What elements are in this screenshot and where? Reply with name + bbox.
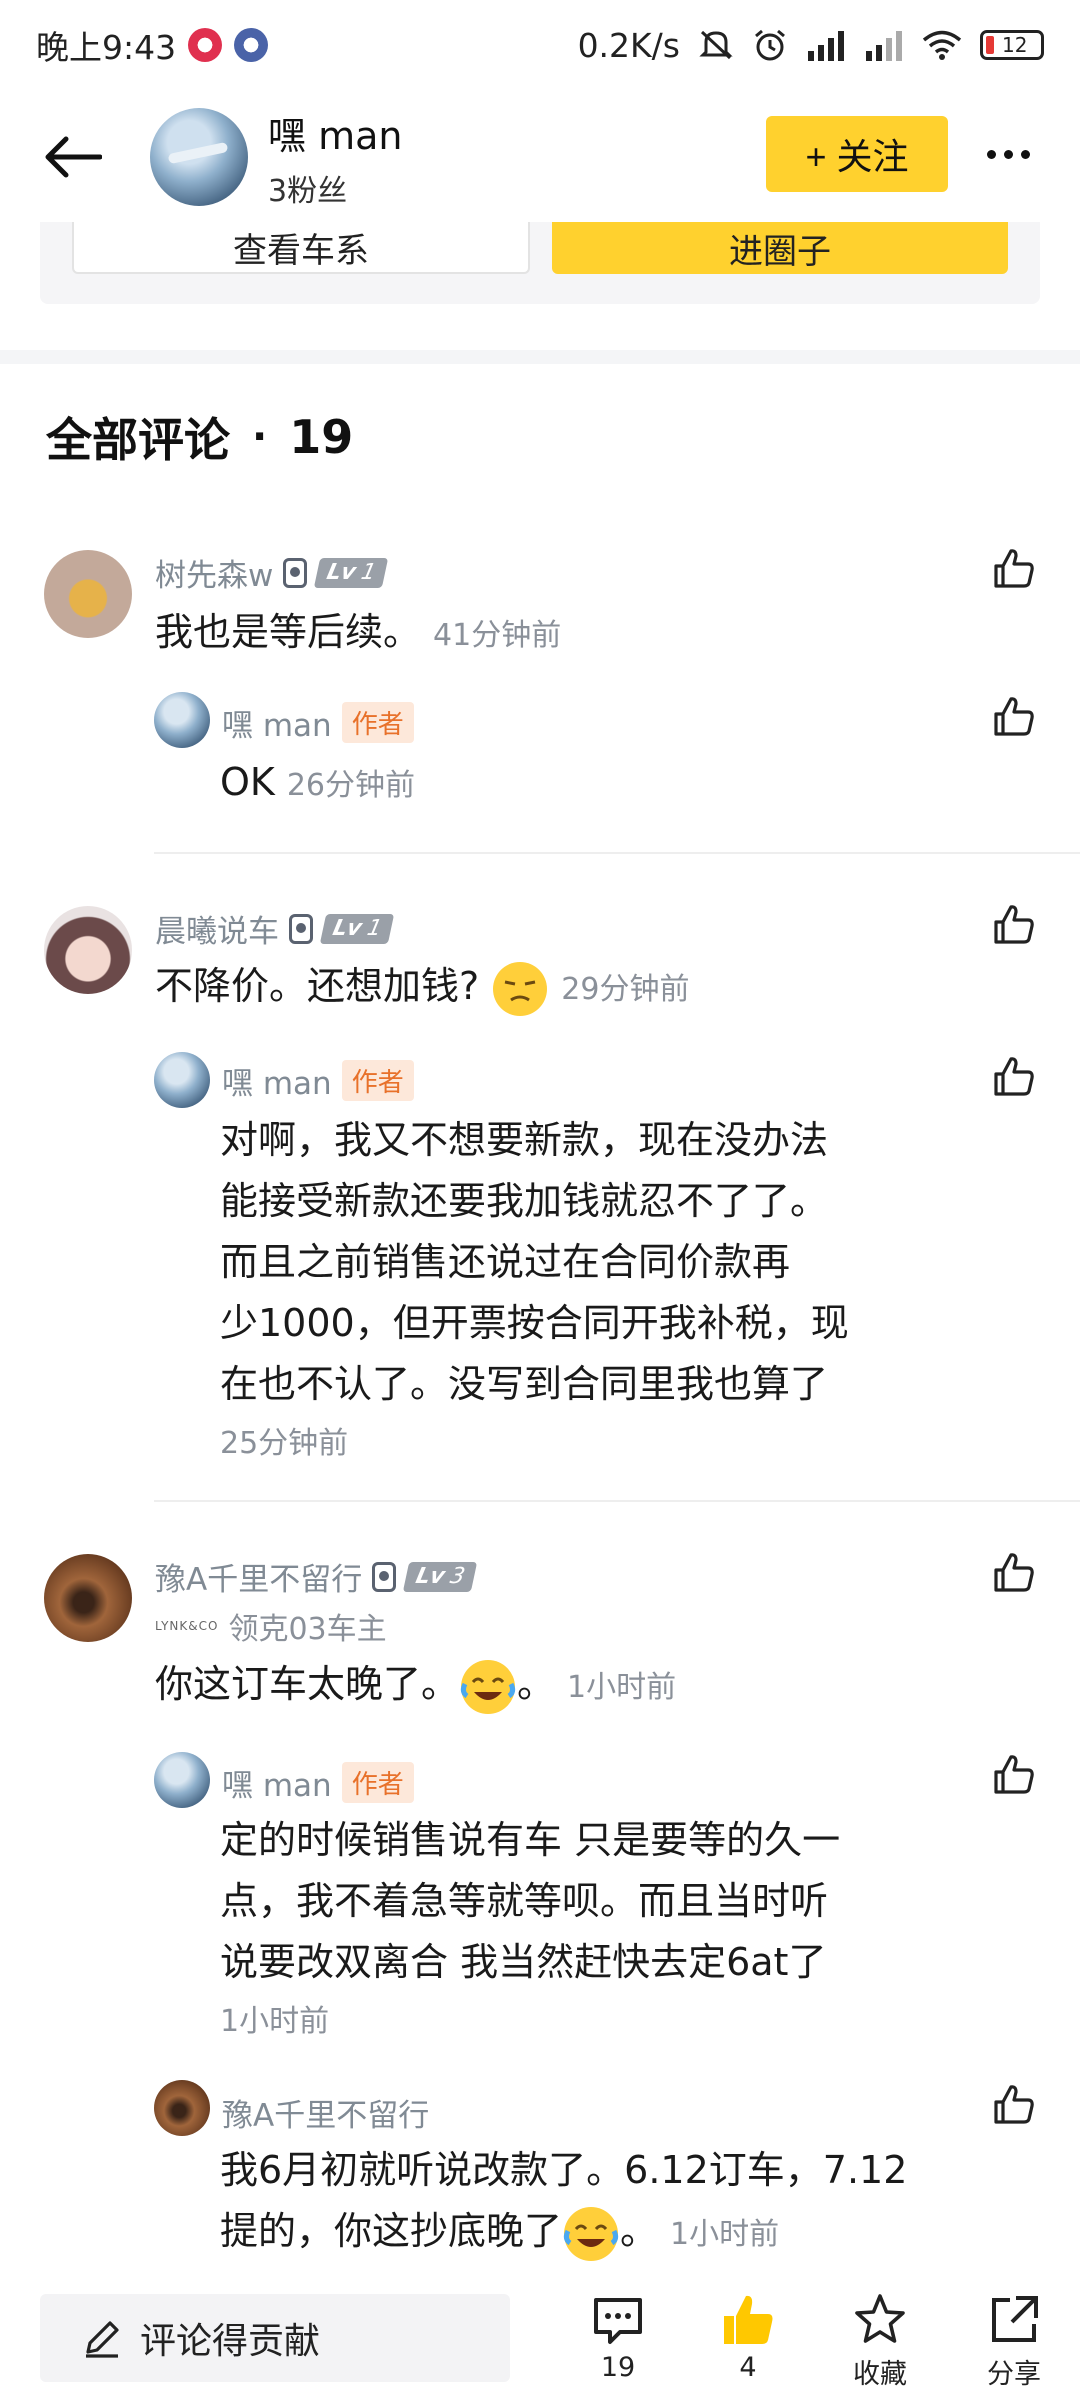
view-series-button[interactable]: 查看车系 <box>72 222 530 274</box>
comment-input-placeholder: 评论得贡献 <box>140 2321 321 2362</box>
comments-heading: 全部评论 · 19 <box>46 404 353 470</box>
smirk-emoji-icon <box>493 961 548 1016</box>
comments-count-label: 19 <box>600 2352 636 2383</box>
network-speed: 0.2K/s <box>577 25 680 65</box>
car-card: 查看车系 进圈子 <box>40 222 1040 304</box>
join-circle-button[interactable]: 进圈子 <box>552 222 1008 274</box>
brand-logo: LYNK&CO <box>155 1619 219 1633</box>
reply-time: 26分钟前 <box>286 768 416 803</box>
like-icon[interactable] <box>992 1550 1036 1594</box>
level-badge: Lv3 <box>403 1561 478 1592</box>
app-notification-icon <box>234 28 269 62</box>
avatar[interactable] <box>44 1554 132 1642</box>
reply-text: 定的时候销售说有车 只是要等的久一 点，我不着急等就等呗。而且当时听 说要改双离… <box>220 1818 841 1984</box>
author-tag: 作者 <box>341 1060 414 1101</box>
like-icon[interactable] <box>992 902 1036 946</box>
separator: · <box>252 414 268 460</box>
wifi-icon <box>922 30 962 60</box>
like-icon[interactable] <box>992 1054 1036 1098</box>
badge-icon <box>372 1561 397 1592</box>
badge-icon <box>289 913 313 944</box>
divider <box>154 852 1080 854</box>
follow-button[interactable]: + 关注 <box>766 116 948 192</box>
comment-text: 你这订车太晚了。。 1小时前 <box>155 1654 676 1718</box>
comments-count: 19 <box>289 410 354 464</box>
author-tag: 作者 <box>341 1762 414 1803</box>
more-icon[interactable] <box>972 124 1044 184</box>
battery-icon: 12 <box>980 30 1044 60</box>
comment-time: 41分钟前 <box>433 618 562 653</box>
app-notification-icon <box>188 28 223 62</box>
car-owner-badge: LYNK&CO 领克03车主 <box>155 1612 387 1647</box>
reply-text: 我6月初就听说改款了。6.12订车，7.12 提的，你这抄底晚了。 1小时前 <box>220 2140 907 2265</box>
laugh-cry-emoji-icon <box>460 1659 516 1714</box>
avatar[interactable] <box>44 550 132 638</box>
back-button[interactable] <box>30 112 120 202</box>
avatar[interactable] <box>44 906 132 994</box>
reply-text: OK 26分钟前 <box>220 760 416 804</box>
level-badge: Lv1 <box>314 557 389 588</box>
likes-count-label: 4 <box>739 2352 757 2383</box>
share-icon <box>992 2296 1038 2342</box>
status-time: 晚上9:43 <box>36 28 177 67</box>
pencil-icon <box>86 2321 119 2358</box>
divider <box>154 1500 1080 1502</box>
badge-icon <box>283 557 308 588</box>
avatar[interactable] <box>154 2080 210 2136</box>
fans-count: 3粉丝 <box>268 173 348 209</box>
collect-button[interactable]: 收藏 <box>830 2292 930 2391</box>
avatar[interactable] <box>154 1052 210 1108</box>
signal-icon <box>866 31 902 61</box>
bottom-action-bar: 评论得贡献 19 4 收藏 分享 <box>0 2280 1080 2400</box>
reply-time: 1小时前 <box>220 2004 330 2039</box>
avatar[interactable] <box>154 692 210 748</box>
mute-icon <box>699 30 733 60</box>
author-tag: 作者 <box>341 702 414 743</box>
like-icon[interactable] <box>992 546 1036 590</box>
thumbs-up-filled-icon <box>724 2295 773 2344</box>
profile-name[interactable]: 嘿 man <box>268 105 402 160</box>
level-badge: Lv1 <box>319 913 395 944</box>
reply-username[interactable]: 嘿 man 作者 <box>222 1760 414 1805</box>
comments-button[interactable]: 19 <box>568 2292 668 2383</box>
comment-icon <box>594 2298 642 2344</box>
laugh-cry-emoji-icon <box>563 2206 619 2261</box>
signal-icon <box>808 31 844 61</box>
comment-username[interactable]: 豫A千里不留行 Lv3 <box>155 1554 478 1599</box>
comment-time: 29分钟前 <box>561 972 690 1007</box>
share-label: 分享 <box>987 2359 1041 2390</box>
reply-time: 1小时前 <box>670 2217 780 2252</box>
like-icon[interactable] <box>992 694 1036 738</box>
share-button[interactable]: 分享 <box>964 2292 1064 2391</box>
avatar[interactable] <box>154 1752 210 1808</box>
comment-username[interactable]: 晨曦说车 Lv1 <box>155 906 395 951</box>
reply-time: 25分钟前 <box>220 1426 349 1461</box>
comment-input[interactable]: 评论得贡献 <box>40 2294 510 2382</box>
alarm-icon <box>755 29 785 61</box>
comment-text: 不降价。还想加钱? 29分钟前 <box>155 956 689 1020</box>
like-icon[interactable] <box>992 1752 1036 1796</box>
reply-username[interactable]: 豫A千里不留行 <box>222 2090 429 2135</box>
comment-username[interactable]: 树先森w Lv1 <box>155 550 389 595</box>
comments-title: 全部评论 <box>46 413 230 467</box>
back-arrow-icon <box>45 136 102 178</box>
reply-text: 对啊，我又不想要新款，现在没办法 能接受新款还要我加钱就忍不了了。 而且之前销售… <box>220 1118 849 1406</box>
like-button[interactable]: 4 <box>698 2292 798 2383</box>
reply-username[interactable]: 嘿 man 作者 <box>222 1058 414 1103</box>
like-icon[interactable] <box>992 2082 1036 2126</box>
profile-header: 嘿 man 3粉丝 + 关注 <box>0 92 1080 222</box>
star-icon <box>855 2294 905 2343</box>
comment-text: 我也是等后续。 41分钟前 <box>155 610 562 654</box>
avatar[interactable] <box>150 108 248 206</box>
section-divider <box>0 350 1080 364</box>
status-bar: 晚上9:43 0.2K/s 12 <box>0 0 1080 90</box>
collect-label: 收藏 <box>853 2359 907 2390</box>
comment-time: 1小时前 <box>567 1670 677 1705</box>
reply-username[interactable]: 嘿 man 作者 <box>222 700 414 745</box>
